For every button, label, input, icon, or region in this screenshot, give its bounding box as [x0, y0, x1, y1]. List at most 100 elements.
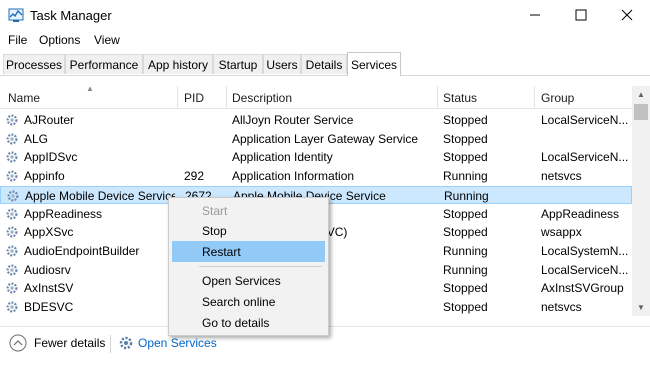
cell-name: AppXSvc — [24, 225, 74, 240]
menu-item-stop-label: Stop — [202, 224, 227, 238]
minimize-button[interactable] — [512, 0, 558, 30]
cell-name: Appinfo — [24, 169, 65, 184]
close-icon — [621, 9, 633, 21]
table-row[interactable]: Appinfo 292 Application Information Running… — [0, 167, 632, 185]
cell-group: LocalServiceN... — [541, 150, 629, 165]
tab-startup[interactable]: Startup — [213, 54, 263, 74]
cell-group: wsappx — [541, 225, 582, 240]
cell-name: ALG — [24, 131, 49, 146]
menu-item-stop[interactable]: Stop — [172, 220, 325, 241]
cell-status: Running — [444, 188, 489, 203]
cell-name: Apple Mobile Device Service — [25, 188, 175, 203]
cell-group: netsvcs — [541, 300, 582, 314]
tab-users[interactable]: Users — [263, 54, 301, 74]
cell-name: Audiosrv — [24, 262, 71, 277]
column-header: ▲ Name PID Description Status Group — [0, 84, 632, 109]
cell-group: LocalSystemN... — [541, 243, 629, 258]
menu-options[interactable]: Options — [39, 33, 80, 47]
column-divider[interactable] — [226, 86, 227, 108]
column-description[interactable]: Description — [232, 91, 292, 105]
service-gear-icon — [6, 226, 18, 238]
maximize-button[interactable] — [558, 0, 604, 30]
cell-status: Stopped — [443, 225, 488, 240]
scrollbar-thumb[interactable] — [634, 104, 648, 120]
column-status[interactable]: Status — [443, 91, 477, 105]
menu-item-go-to-details-label: Go to details — [202, 316, 270, 330]
menu-item-search-online-label: Search online — [202, 295, 276, 309]
menu-item-start[interactable]: Start — [172, 200, 325, 221]
tab-strip: Processes Performance App history Startu… — [0, 52, 650, 76]
tab-details[interactable]: Details — [301, 54, 347, 74]
service-gear-icon — [6, 114, 18, 126]
menu-bar: File Options View — [0, 30, 650, 50]
vertical-scrollbar[interactable]: ▲ ▼ — [632, 86, 650, 316]
column-name[interactable]: Name — [8, 91, 40, 105]
cell-status: Running — [443, 243, 488, 258]
cell-status: Stopped — [443, 131, 488, 146]
table-row[interactable]: AppIDSvc Application Identity Stopped Local… — [0, 148, 632, 166]
cell-name: AJRouter — [24, 113, 75, 127]
service-gear-icon — [6, 301, 18, 313]
open-services-link[interactable]: Open Services — [118, 334, 218, 354]
cell-description: Application Information — [232, 169, 355, 184]
cell-status: Running — [443, 169, 488, 184]
tab-services[interactable]: Services — [347, 52, 401, 76]
cell-name: AxInstSV — [24, 281, 74, 296]
column-group[interactable]: Group — [541, 91, 574, 105]
menu-view[interactable]: View — [94, 33, 120, 47]
cell-description: AllJoyn Router Service — [232, 113, 354, 127]
close-button[interactable] — [604, 0, 650, 30]
service-gear-icon — [6, 208, 18, 219]
cell-description: Application Identity — [232, 150, 333, 165]
service-gear-icon — [6, 133, 18, 145]
menu-item-open-services[interactable]: Open Services — [172, 270, 325, 291]
cell-name: AudioEndpointBuilder — [24, 243, 140, 258]
cell-status: Stopped — [443, 281, 488, 296]
menu-item-open-services-label: Open Services — [202, 274, 281, 288]
cell-group: AxInstSVGroup — [541, 281, 624, 296]
cell-group: LocalServiceN... — [541, 113, 629, 127]
menu-item-go-to-details[interactable]: Go to details — [172, 312, 325, 333]
menu-file[interactable]: File — [8, 33, 27, 47]
menu-item-search-online[interactable]: Search online — [172, 291, 325, 312]
footer-divider — [110, 335, 111, 353]
cell-status: Stopped — [443, 206, 488, 221]
table-row[interactable]: AJRouter AllJoyn Router Service Stopped Loc… — [0, 111, 632, 129]
cell-status: Stopped — [443, 113, 488, 127]
cell-description: Application Layer Gateway Service — [232, 131, 419, 146]
cell-name: AppReadiness — [24, 206, 103, 221]
services-gear-icon — [119, 336, 133, 350]
tab-performance[interactable]: Performance — [65, 54, 143, 74]
menu-item-restart[interactable]: Restart — [172, 241, 325, 262]
scroll-down-icon[interactable]: ▼ — [632, 299, 650, 316]
cell-group: LocalServiceN... — [541, 262, 629, 277]
column-divider[interactable] — [534, 86, 535, 108]
chevron-up-icon — [9, 334, 27, 352]
service-gear-icon — [6, 170, 18, 182]
menu-item-start-label: Start — [202, 204, 228, 218]
service-gear-icon — [6, 264, 18, 276]
column-divider[interactable] — [177, 86, 178, 108]
cell-group: AppReadiness — [541, 206, 620, 221]
window-title: Task Manager — [30, 8, 112, 23]
menu-separator — [199, 266, 322, 267]
cell-name: BDESVC — [24, 300, 74, 314]
service-gear-icon — [6, 282, 18, 294]
scroll-up-icon[interactable]: ▲ — [632, 86, 650, 103]
service-gear-icon — [6, 151, 18, 163]
fewer-details-label: Fewer details — [34, 336, 106, 350]
service-gear-icon — [6, 245, 18, 257]
tab-app-history[interactable]: App history — [143, 54, 213, 74]
menu-item-restart-label: Restart — [202, 245, 241, 259]
table-row[interactable]: ALG Application Layer Gateway Service Stop… — [0, 130, 632, 148]
cell-group: netsvcs — [541, 169, 582, 184]
column-pid[interactable]: PID — [184, 91, 204, 105]
service-gear-icon — [7, 190, 19, 202]
tab-processes[interactable]: Processes — [3, 54, 65, 74]
cell-status: Stopped — [443, 300, 488, 314]
fewer-details-button[interactable]: Fewer details — [9, 334, 109, 354]
cell-status: Stopped — [443, 150, 488, 165]
maximize-icon — [575, 9, 587, 21]
context-menu: Start Stop Restart Open Services Search … — [168, 197, 329, 336]
column-divider[interactable] — [437, 86, 438, 108]
